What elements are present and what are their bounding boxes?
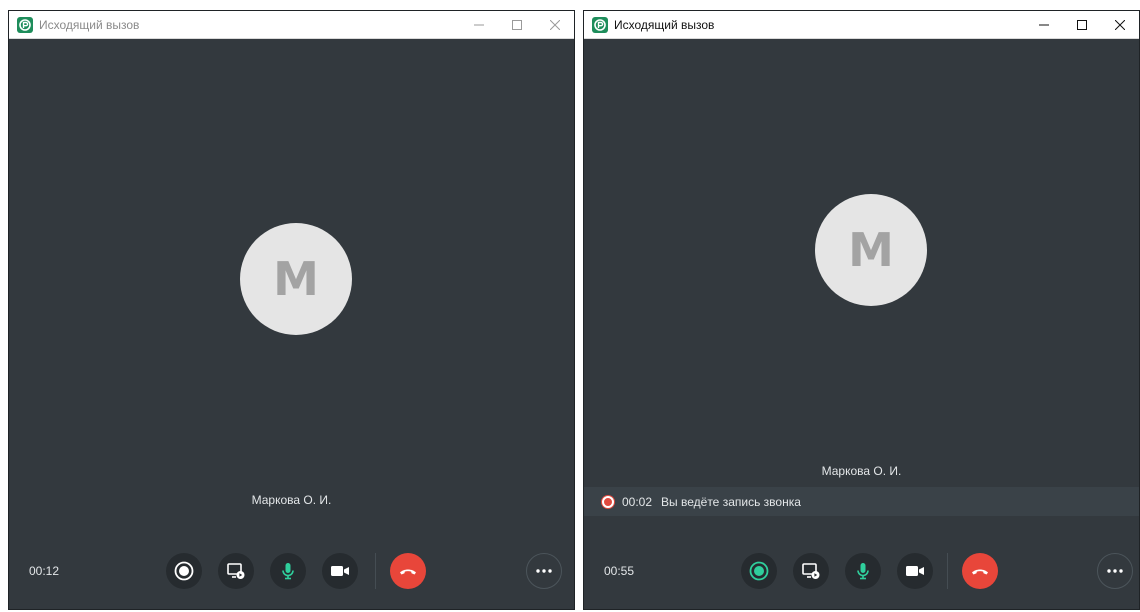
- avatar: M: [815, 194, 927, 306]
- maximize-icon: [1077, 19, 1087, 30]
- controls-divider: [947, 553, 948, 589]
- end-call-button[interactable]: [390, 553, 426, 589]
- screen-share-icon: [802, 563, 820, 579]
- call-window-left: Исходящий вызов M Маркова О. И. 00:12: [8, 10, 575, 610]
- record-icon: [749, 561, 769, 581]
- avatar: M: [240, 223, 352, 335]
- more-options-button[interactable]: [1097, 553, 1133, 589]
- controls-divider: [375, 553, 376, 589]
- minimize-button[interactable]: [1025, 11, 1063, 39]
- avatar-initial: M: [273, 252, 319, 306]
- screen-share-button[interactable]: [793, 553, 829, 589]
- contact-name: Маркова О. И.: [251, 493, 332, 507]
- microphone-icon: [857, 563, 869, 580]
- minimize-icon: [474, 24, 484, 25]
- more-icon: [1107, 569, 1123, 573]
- maximize-icon: [512, 19, 522, 30]
- screen-share-icon: [227, 563, 245, 579]
- call-stage: M Маркова О. И. 00:02 Вы ведёте запись з…: [584, 40, 1139, 609]
- camera-button[interactable]: [322, 553, 358, 589]
- microphone-button[interactable]: [270, 553, 306, 589]
- recording-text: Вы ведёте запись звонка: [661, 494, 801, 509]
- maximize-button[interactable]: [1063, 11, 1101, 39]
- avatar-initial: M: [848, 223, 894, 277]
- more-options-button[interactable]: [526, 553, 562, 589]
- recording-elapsed: 00:02: [622, 494, 653, 509]
- app-logo-icon: [592, 16, 608, 33]
- maximize-button[interactable]: [498, 11, 536, 39]
- minimize-icon: [1039, 24, 1049, 25]
- record-icon: [174, 561, 194, 581]
- camera-button[interactable]: [897, 553, 933, 589]
- app-logo-icon: [17, 16, 33, 33]
- end-call-icon: [972, 569, 988, 575]
- call-stage: M Маркова О. И. 00:12: [9, 40, 574, 609]
- contact-name: Маркова О. И.: [821, 464, 902, 478]
- title-bar[interactable]: Исходящий вызов: [9, 11, 574, 39]
- recording-banner: 00:02 Вы ведёте запись звонка: [584, 487, 1139, 516]
- call-timer: 00:12: [29, 564, 60, 578]
- camera-icon: [906, 566, 924, 576]
- end-call-button[interactable]: [962, 553, 998, 589]
- screen-share-button[interactable]: [218, 553, 254, 589]
- close-button[interactable]: [1101, 11, 1139, 39]
- microphone-button[interactable]: [845, 553, 881, 589]
- window-title: Исходящий вызов: [614, 17, 715, 32]
- record-button[interactable]: [741, 553, 777, 589]
- close-icon: [1115, 19, 1125, 30]
- record-button[interactable]: [166, 553, 202, 589]
- call-timer: 00:55: [604, 564, 635, 578]
- camera-icon: [331, 566, 349, 576]
- more-icon: [536, 569, 552, 573]
- end-call-icon: [400, 569, 416, 575]
- close-icon: [550, 19, 560, 30]
- microphone-icon: [282, 563, 294, 580]
- close-button[interactable]: [536, 11, 574, 39]
- call-window-right: Исходящий вызов M Маркова О. И. 00:02 Вы…: [583, 10, 1140, 610]
- minimize-button[interactable]: [460, 11, 498, 39]
- recording-indicator-icon: [602, 495, 614, 508]
- window-title: Исходящий вызов: [39, 17, 140, 32]
- title-bar[interactable]: Исходящий вызов: [584, 11, 1139, 39]
